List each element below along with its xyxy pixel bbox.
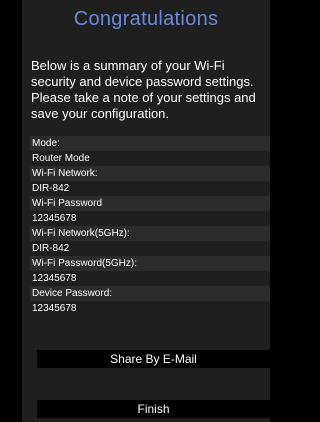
wifi-password-value: 12345678 <box>32 213 77 224</box>
device-password-value: 12345678 <box>32 303 77 314</box>
screen: Congratulations Below is a summary of yo… <box>0 0 270 422</box>
share-by-email-button[interactable]: Share By E-Mail <box>37 350 270 368</box>
wifi-network-5ghz-value: DIR-842 <box>32 243 70 254</box>
wifi-network-value: DIR-842 <box>32 183 70 194</box>
wifi-password-5ghz-value: 12345678 <box>32 273 77 284</box>
device-password-label: Device Password: <box>30 286 270 301</box>
wifi-password-5ghz-label: Wi-Fi Password(5GHz): <box>30 256 270 271</box>
mode-value: Router Mode <box>32 153 90 164</box>
wifi-network-5ghz-label: Wi-Fi Network(5GHz): <box>30 226 270 241</box>
wifi-password-label: Wi-Fi Password <box>30 196 270 211</box>
wifi-network-label: Wi-Fi Network: <box>30 166 270 181</box>
settings-list: Mode: Router Mode Wi-Fi Network: DIR-842… <box>30 136 270 316</box>
page-title: Congratulations <box>73 8 219 30</box>
summary-text: Below is a summary of your Wi-Fi securit… <box>31 58 256 121</box>
mode-label: Mode: <box>30 136 270 151</box>
finish-button[interactable]: Finish <box>37 400 270 418</box>
